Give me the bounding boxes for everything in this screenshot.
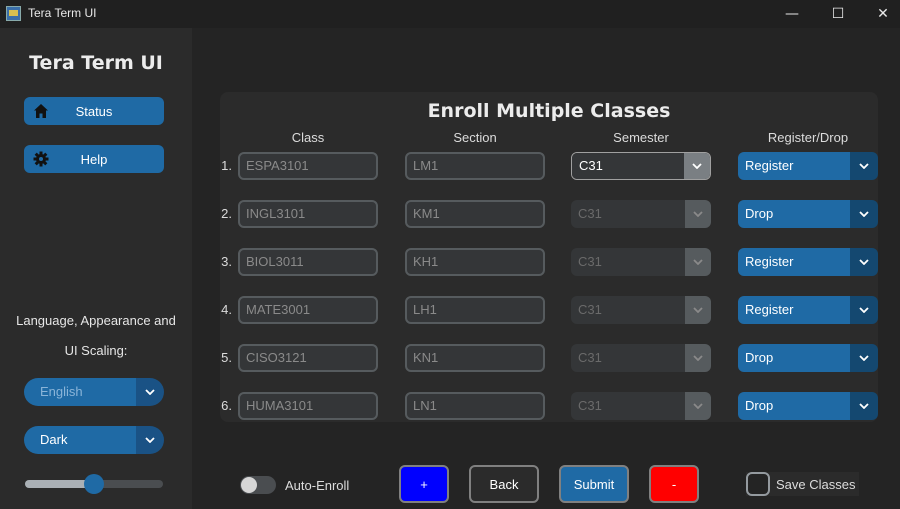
header-register-drop: Register/Drop: [767, 130, 849, 145]
ui-scaling-slider[interactable]: [25, 474, 163, 494]
register-drop-dropdown[interactable]: Register: [738, 296, 878, 324]
row-number: 3.: [221, 254, 232, 269]
section-input[interactable]: LM1: [405, 152, 545, 180]
register-drop-dropdown[interactable]: Register: [738, 152, 878, 180]
row-number: 2.: [221, 206, 232, 221]
settings-label-line1: Language, Appearance and: [16, 313, 176, 328]
header-semester: Semester: [613, 130, 669, 145]
class-input[interactable]: MATE3001: [238, 296, 378, 324]
semester-value: C31: [571, 344, 685, 372]
sidebar: Tera Term UI Status Help Language, Appea…: [0, 28, 192, 509]
status-button-label: Status: [75, 103, 113, 119]
switch-knob: [241, 477, 257, 493]
window-title: Tera Term UI: [28, 6, 97, 20]
header-section: Section: [453, 130, 497, 145]
header-class: Class: [291, 130, 325, 145]
chevron-down-icon[interactable]: [684, 153, 710, 179]
back-button[interactable]: Back: [469, 465, 539, 503]
chevron-down-icon[interactable]: [685, 392, 711, 420]
semester-value: C31: [571, 200, 685, 228]
app-title: Tera Term UI: [29, 52, 163, 74]
semester-dropdown[interactable]: C31: [571, 200, 711, 228]
checkbox-box[interactable]: [746, 472, 770, 496]
row-number: 5.: [221, 350, 232, 365]
auto-enroll-label: Auto-Enroll: [285, 477, 350, 493]
semester-dropdown[interactable]: C31: [571, 248, 711, 276]
chevron-down-icon[interactable]: [685, 248, 711, 276]
register-drop-dropdown[interactable]: Drop: [738, 344, 878, 372]
slider-handle[interactable]: [84, 474, 104, 494]
home-icon: [34, 104, 48, 118]
chevron-down-icon[interactable]: [685, 200, 711, 228]
gear-icon: [33, 151, 49, 167]
chevron-down-icon[interactable]: [136, 378, 164, 406]
chevron-down-icon[interactable]: [136, 426, 164, 454]
semester-value: C31: [572, 153, 684, 179]
language-value: English: [24, 378, 136, 406]
register-drop-value: Register: [738, 152, 850, 180]
enroll-panel: Enroll Multiple Classes Class Section Se…: [220, 92, 878, 422]
class-input[interactable]: HUMA3101: [238, 392, 378, 420]
appearance-dropdown[interactable]: Dark: [24, 426, 164, 454]
register-drop-dropdown[interactable]: Drop: [738, 392, 878, 420]
save-classes-checkbox[interactable]: Save Classes: [746, 472, 860, 496]
settings-label-line2: UI Scaling:: [64, 343, 128, 358]
app-icon: [6, 6, 21, 21]
panel-title: Enroll Multiple Classes: [427, 100, 671, 122]
chevron-down-icon[interactable]: [850, 152, 878, 180]
appearance-value: Dark: [24, 426, 136, 454]
section-input[interactable]: KH1: [405, 248, 545, 276]
semester-dropdown[interactable]: C31: [571, 392, 711, 420]
save-classes-label: Save Classes: [776, 476, 856, 492]
maximize-button[interactable]: ☐: [815, 0, 861, 28]
row-number: 4.: [221, 302, 232, 317]
minimize-button[interactable]: —: [769, 0, 815, 28]
semester-value: C31: [571, 296, 685, 324]
help-button[interactable]: Help: [24, 145, 164, 173]
chevron-down-icon[interactable]: [850, 296, 878, 324]
window-titlebar: Tera Term UI — ☐ ✕: [0, 0, 900, 28]
help-button-label: Help: [80, 151, 108, 167]
semester-dropdown[interactable]: C31: [571, 152, 711, 180]
status-button[interactable]: Status: [24, 97, 164, 125]
close-button[interactable]: ✕: [860, 0, 900, 28]
class-input[interactable]: CISO3121: [238, 344, 378, 372]
class-input[interactable]: BIOL3011: [238, 248, 378, 276]
semester-value: C31: [571, 248, 685, 276]
chevron-down-icon[interactable]: [850, 200, 878, 228]
section-input[interactable]: KN1: [405, 344, 545, 372]
semester-dropdown[interactable]: C31: [571, 344, 711, 372]
add-row-button[interactable]: +: [399, 465, 449, 503]
chevron-down-icon[interactable]: [850, 344, 878, 372]
register-drop-value: Register: [738, 296, 850, 324]
register-drop-dropdown[interactable]: Drop: [738, 200, 878, 228]
register-drop-value: Drop: [738, 392, 850, 420]
section-input[interactable]: LN1: [405, 392, 545, 420]
class-input[interactable]: INGL3101: [238, 200, 378, 228]
language-dropdown[interactable]: English: [24, 378, 164, 406]
semester-dropdown[interactable]: C31: [571, 296, 711, 324]
register-drop-value: Drop: [738, 344, 850, 372]
remove-row-button[interactable]: -: [649, 465, 699, 503]
semester-value: C31: [571, 392, 685, 420]
auto-enroll-switch[interactable]: [240, 476, 276, 494]
chevron-down-icon[interactable]: [850, 248, 878, 276]
class-input[interactable]: ESPA3101: [238, 152, 378, 180]
section-input[interactable]: KM1: [405, 200, 545, 228]
row-number: 6.: [221, 398, 232, 413]
chevron-down-icon[interactable]: [685, 296, 711, 324]
section-input[interactable]: LH1: [405, 296, 545, 324]
submit-button[interactable]: Submit: [559, 465, 629, 503]
row-number: 1.: [221, 158, 232, 173]
chevron-down-icon[interactable]: [850, 392, 878, 420]
register-drop-value: Drop: [738, 200, 850, 228]
auto-enroll-toggle[interactable]: Auto-Enroll: [240, 474, 349, 496]
register-drop-value: Register: [738, 248, 850, 276]
chevron-down-icon[interactable]: [685, 344, 711, 372]
register-drop-dropdown[interactable]: Register: [738, 248, 878, 276]
